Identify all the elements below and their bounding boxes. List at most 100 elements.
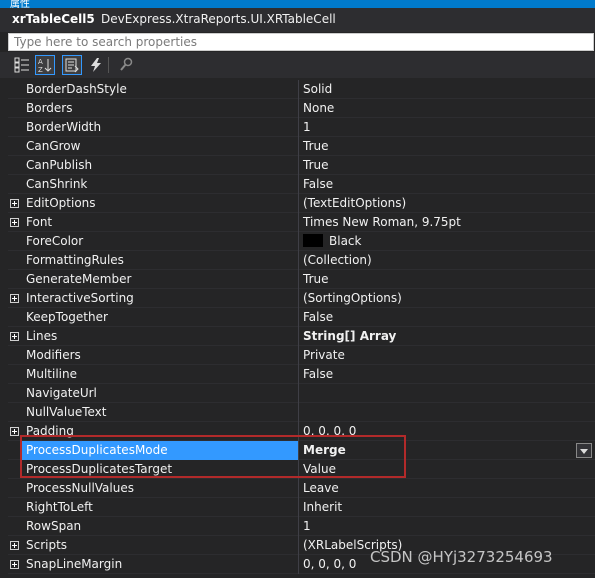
property-row[interactable]: ForeColor Black <box>8 232 595 251</box>
property-row[interactable]: FormattingRules (Collection) <box>8 251 595 270</box>
property-name[interactable]: EditOptions <box>22 194 298 213</box>
property-pages-button[interactable] <box>116 55 136 75</box>
property-name[interactable]: FormattingRules <box>22 251 298 270</box>
property-row[interactable]: Multiline False <box>8 365 595 384</box>
property-name[interactable]: InteractiveSorting <box>22 289 298 308</box>
categorized-button[interactable] <box>12 55 32 75</box>
property-name[interactable]: Modifiers <box>22 346 298 365</box>
property-value[interactable]: Private <box>298 346 595 365</box>
property-value[interactable] <box>298 384 595 403</box>
property-name[interactable]: Padding <box>22 422 298 441</box>
property-value[interactable]: True <box>298 156 595 175</box>
property-value[interactable]: True <box>298 137 595 156</box>
property-row[interactable]: InteractiveSorting (SortingOptions) <box>8 289 595 308</box>
property-row[interactable]: NavigateUrl <box>8 384 595 403</box>
property-name[interactable]: Lines <box>22 327 298 346</box>
property-row[interactable]: KeepTogether False <box>8 308 595 327</box>
property-row[interactable]: RowSpan 1 <box>8 517 595 536</box>
property-name[interactable]: CanGrow <box>22 137 298 156</box>
property-pages-icon <box>120 57 133 71</box>
property-value-text: True <box>303 272 329 286</box>
property-value[interactable]: Merge <box>298 441 595 460</box>
property-row[interactable]: Borders None <box>8 99 595 118</box>
property-name[interactable]: ProcessNullValues <box>22 479 298 498</box>
property-name[interactable]: Multiline <box>22 365 298 384</box>
property-row[interactable]: BorderWidth 1 <box>8 118 595 137</box>
row-gutter <box>8 403 22 422</box>
property-name[interactable]: NavigateUrl <box>22 384 298 403</box>
property-value[interactable]: Solid <box>298 80 595 99</box>
property-name[interactable]: ProcessDuplicatesMode <box>22 441 298 460</box>
property-value[interactable]: Black <box>298 232 595 251</box>
alphabetical-button[interactable]: A Z <box>35 55 55 75</box>
property-value[interactable]: Leave <box>298 479 595 498</box>
property-name[interactable]: Scripts <box>22 536 298 555</box>
property-name[interactable]: BorderDashStyle <box>22 80 298 99</box>
property-value[interactable]: None <box>298 99 595 118</box>
search-input[interactable] <box>9 34 593 50</box>
property-name[interactable]: SnapLineMargin <box>22 555 298 574</box>
property-row[interactable]: Font Times New Roman, 9.75pt <box>8 213 595 232</box>
property-name[interactable]: KeepTogether <box>22 308 298 327</box>
property-name[interactable]: RowSpan <box>22 517 298 536</box>
property-value[interactable]: False <box>298 308 595 327</box>
property-name[interactable]: NullValueText <box>22 403 298 422</box>
property-value[interactable]: (SortingOptions) <box>298 289 595 308</box>
expand-plus-icon[interactable] <box>10 541 19 550</box>
property-row[interactable]: CanGrow True <box>8 137 595 156</box>
property-value[interactable] <box>298 403 595 422</box>
property-value[interactable]: False <box>298 365 595 384</box>
property-value[interactable]: 1 <box>298 118 595 137</box>
property-name[interactable]: CanShrink <box>22 175 298 194</box>
search-box[interactable] <box>8 33 594 51</box>
property-value[interactable]: Times New Roman, 9.75pt <box>298 213 595 232</box>
property-row[interactable]: ProcessDuplicatesTarget Value <box>8 460 595 479</box>
expand-plus-icon[interactable] <box>10 560 19 569</box>
row-gutter <box>8 232 22 251</box>
property-row[interactable]: EditOptions (TextEditOptions) <box>8 194 595 213</box>
row-gutter <box>8 308 22 327</box>
property-row[interactable]: ProcessNullValues Leave <box>8 479 595 498</box>
property-value-text: Inherit <box>303 500 343 514</box>
property-name[interactable]: Font <box>22 213 298 232</box>
property-row[interactable]: GenerateMember True <box>8 270 595 289</box>
property-row[interactable]: CanPublish True <box>8 156 595 175</box>
expand-plus-icon[interactable] <box>10 199 19 208</box>
property-row[interactable]: RightToLeft Inherit <box>8 498 595 517</box>
property-value[interactable]: Inherit <box>298 498 595 517</box>
expand-plus-icon[interactable] <box>10 332 19 341</box>
object-selector[interactable]: xrTableCell5 DevExpress.XtraReports.UI.X… <box>0 8 595 32</box>
property-row[interactable]: BorderDashStyle Solid <box>8 80 595 99</box>
property-value[interactable]: True <box>298 270 595 289</box>
property-name[interactable]: RightToLeft <box>22 498 298 517</box>
property-value[interactable]: 0, 0, 0, 0 <box>298 422 595 441</box>
property-row[interactable]: CanShrink False <box>8 175 595 194</box>
property-value[interactable]: (TextEditOptions) <box>298 194 595 213</box>
property-row[interactable]: ProcessDuplicatesMode Merge <box>8 441 595 460</box>
expand-plus-icon[interactable] <box>10 218 19 227</box>
property-name[interactable]: ProcessDuplicatesTarget <box>22 460 298 479</box>
property-value[interactable]: 1 <box>298 517 595 536</box>
expand-plus-icon[interactable] <box>10 294 19 303</box>
properties-button[interactable] <box>62 55 82 75</box>
events-button[interactable] <box>86 55 106 75</box>
property-name[interactable]: Borders <box>22 99 298 118</box>
property-name[interactable]: GenerateMember <box>22 270 298 289</box>
property-name[interactable]: CanPublish <box>22 156 298 175</box>
property-value[interactable]: Value <box>298 460 595 479</box>
row-gutter <box>8 99 22 118</box>
property-row[interactable]: NullValueText <box>8 403 595 422</box>
dropdown-arrow-icon[interactable] <box>576 443 592 458</box>
property-name[interactable]: ForeColor <box>22 232 298 251</box>
row-gutter <box>8 479 22 498</box>
property-row[interactable]: Padding 0, 0, 0, 0 <box>8 422 595 441</box>
property-value-text: Black <box>329 234 362 248</box>
property-row[interactable]: Lines String[] Array <box>8 327 595 346</box>
expand-plus-icon[interactable] <box>10 427 19 436</box>
row-gutter <box>8 422 22 441</box>
property-value[interactable]: False <box>298 175 595 194</box>
property-value[interactable]: (Collection) <box>298 251 595 270</box>
property-name[interactable]: BorderWidth <box>22 118 298 137</box>
property-value[interactable]: String[] Array <box>298 327 595 346</box>
property-row[interactable]: Modifiers Private <box>8 346 595 365</box>
